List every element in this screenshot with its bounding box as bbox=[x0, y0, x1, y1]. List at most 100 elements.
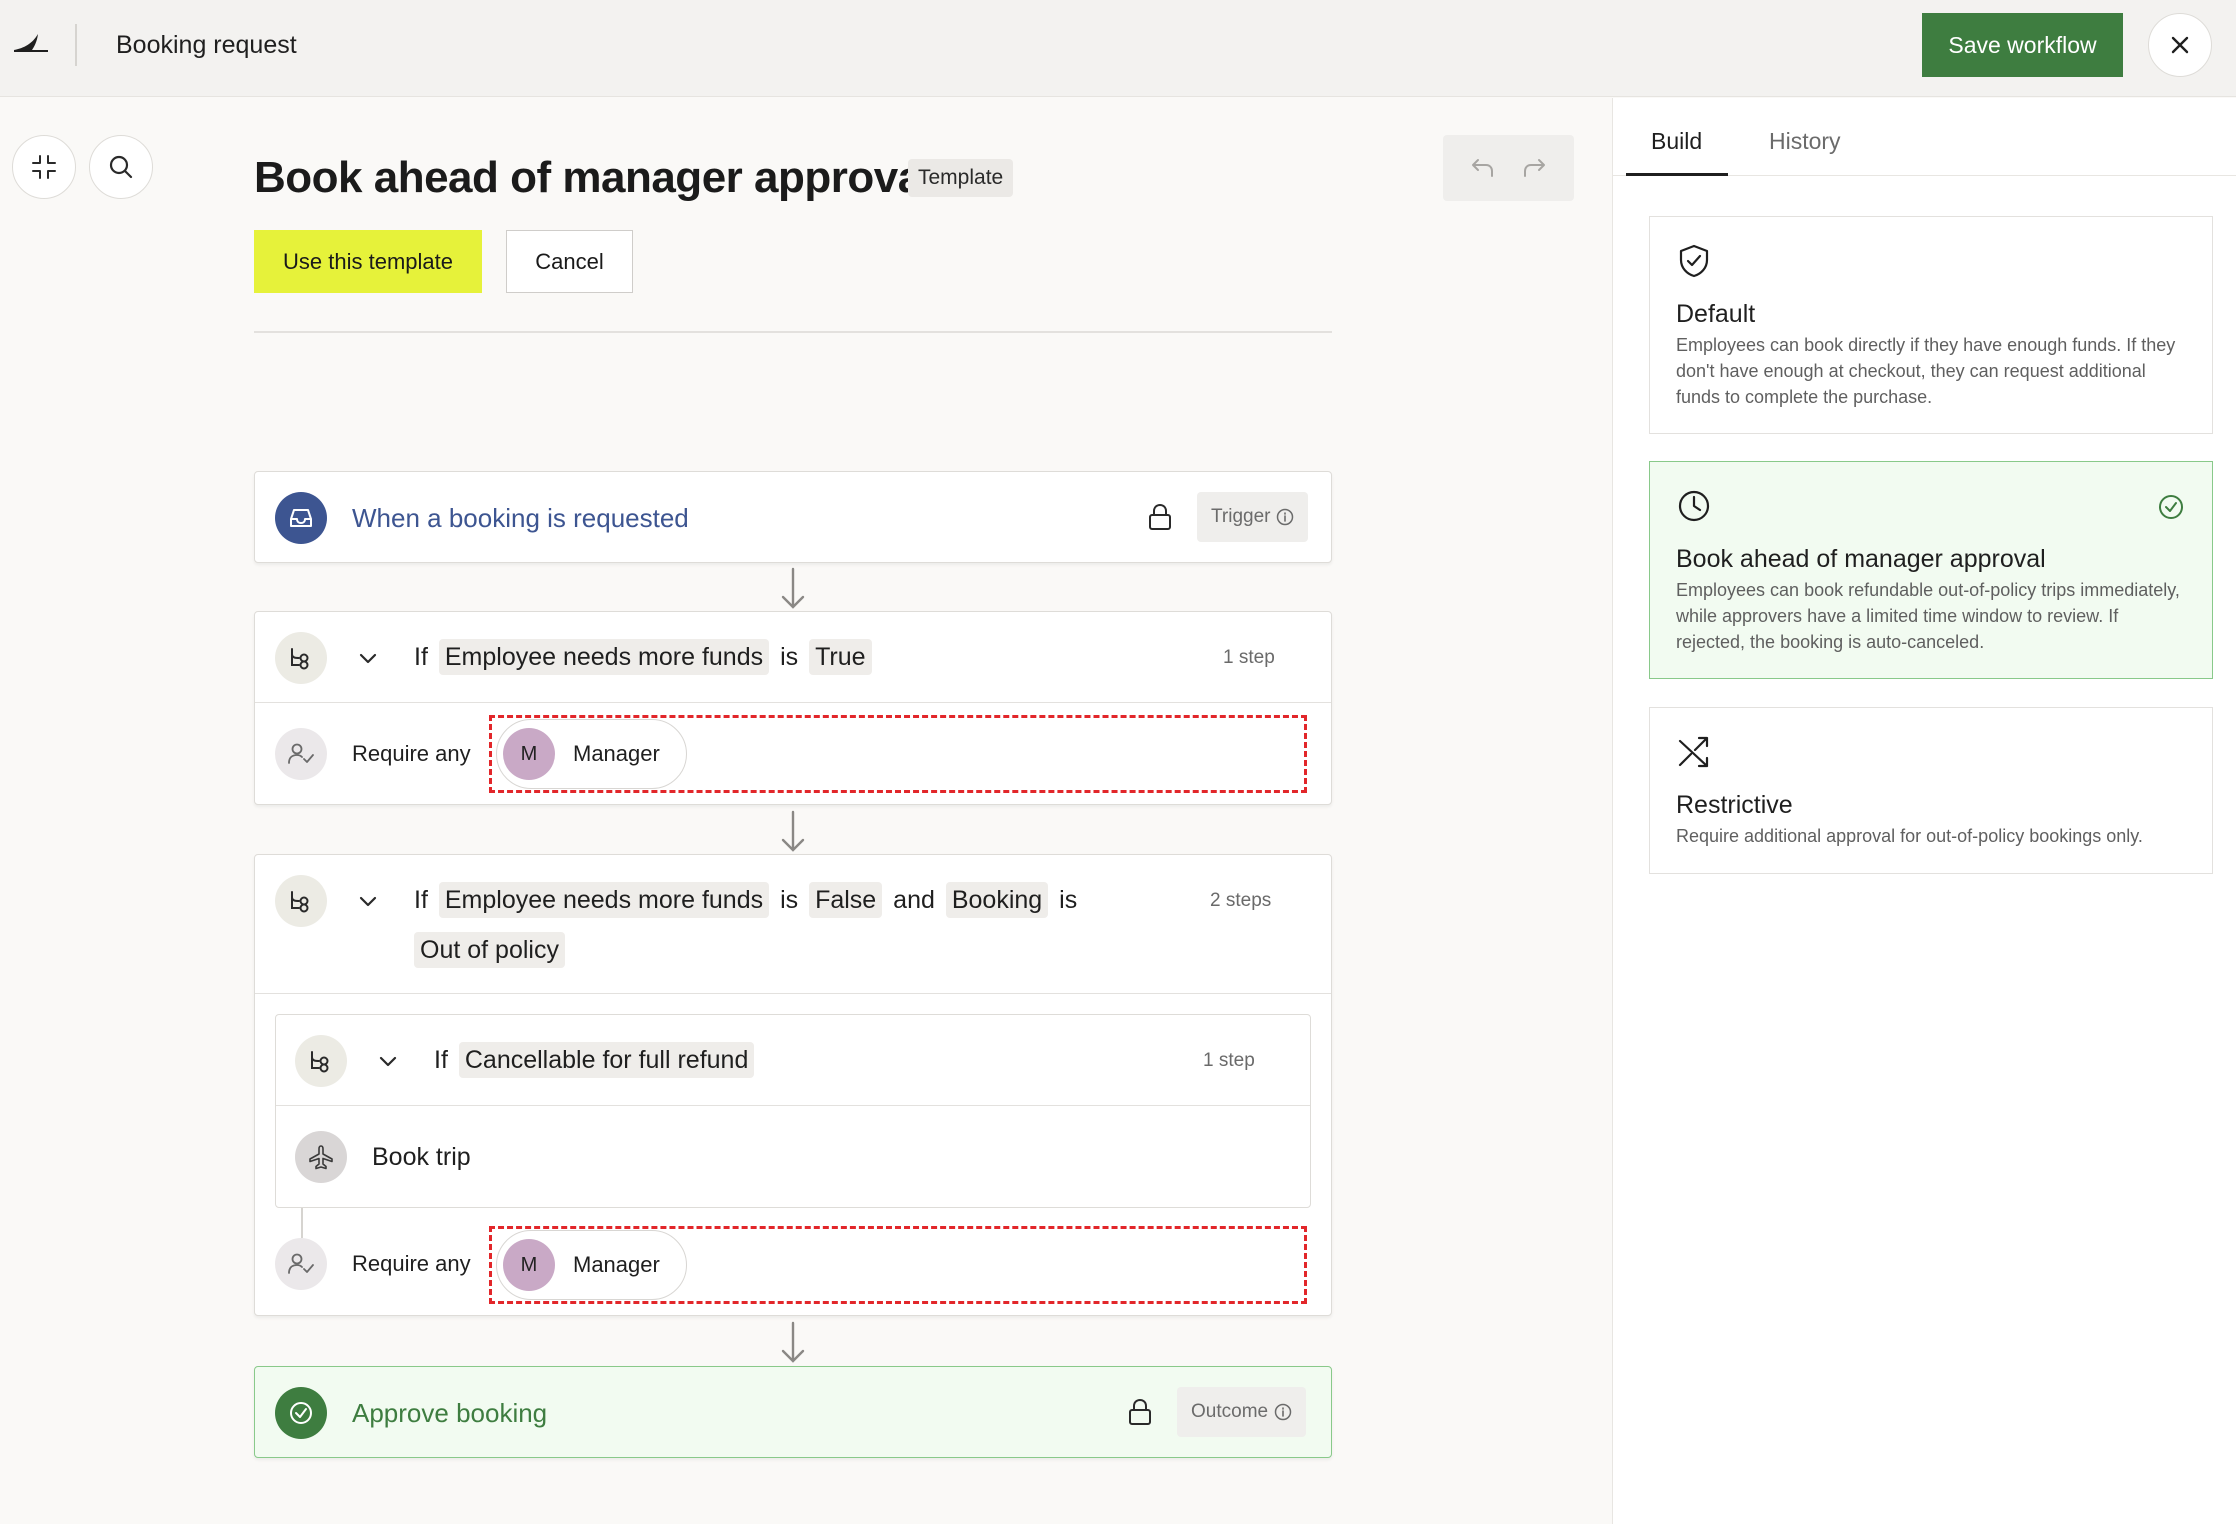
search-button[interactable] bbox=[89, 135, 153, 199]
is-keyword: is bbox=[780, 886, 799, 914]
close-icon bbox=[2171, 36, 2189, 54]
nested-branch-card: If Cancellable for full refund 1 step Bo… bbox=[275, 1014, 1311, 1208]
page-title: Book ahead of manager approval bbox=[254, 153, 934, 202]
steps-count: 2 steps bbox=[1210, 890, 1272, 911]
top-bar: Booking request Save workflow bbox=[0, 0, 2236, 97]
selected-check-icon bbox=[2159, 495, 2183, 519]
lock-icon bbox=[1129, 1398, 1151, 1425]
avatar: M bbox=[503, 728, 555, 780]
option-restrictive[interactable]: Restrictive Require additional approval … bbox=[1649, 707, 2213, 874]
info-icon bbox=[1274, 1403, 1292, 1421]
branch-condition: If Employee needs more funds is False an… bbox=[414, 882, 1077, 918]
branch-card-2: If Employee needs more funds is False an… bbox=[254, 854, 1332, 1316]
option-description: Employees can book refundable out-of-pol… bbox=[1676, 580, 2180, 652]
condition-value-chip[interactable]: True bbox=[809, 639, 872, 675]
nested-condition: If Cancellable for full refund bbox=[434, 1042, 758, 1078]
branch-card-1: If Employee needs more funds is True 1 s… bbox=[254, 611, 1332, 805]
tab-build[interactable]: Build bbox=[1651, 123, 1702, 159]
condition-field-chip[interactable]: Employee needs more funds bbox=[438, 639, 770, 675]
option-title: Book ahead of manager approval bbox=[1676, 545, 2046, 573]
user-check-icon bbox=[288, 1253, 314, 1274]
collapse-branch-toggle[interactable] bbox=[354, 644, 382, 672]
shuffle-icon bbox=[1678, 736, 1709, 768]
require-any-label: Require any bbox=[352, 741, 471, 766]
approver-chip[interactable]: M Manager bbox=[496, 719, 687, 789]
approver-icon-wrap bbox=[275, 1238, 327, 1290]
if-keyword: If bbox=[414, 643, 428, 671]
steps-count: 1 step bbox=[1203, 1050, 1255, 1071]
branch-icon-wrap bbox=[295, 1035, 347, 1087]
row-divider bbox=[276, 1105, 1310, 1106]
option-title: Restrictive bbox=[1676, 791, 1793, 819]
collapse-icon bbox=[32, 155, 56, 179]
use-template-button[interactable]: Use this template bbox=[254, 230, 482, 293]
branch-icon bbox=[311, 1051, 329, 1073]
lock-icon bbox=[1149, 503, 1171, 530]
cancel-button[interactable]: Cancel bbox=[506, 230, 633, 293]
chevron-down-icon bbox=[379, 1056, 397, 1067]
chevron-down-icon bbox=[359, 653, 377, 664]
trigger-tag[interactable]: Trigger bbox=[1197, 492, 1309, 542]
option-title: Default bbox=[1676, 300, 1756, 328]
info-icon bbox=[1277, 508, 1294, 526]
option-description: Require additional approval for out-of-p… bbox=[1676, 826, 2143, 846]
chevron-down-icon bbox=[359, 896, 377, 907]
option-description: Employees can book directly if they have… bbox=[1676, 335, 2176, 407]
branch-icon-wrap bbox=[275, 632, 327, 684]
trigger-card[interactable]: When a booking is requested Trigger bbox=[254, 471, 1332, 563]
option-book-ahead[interactable]: Book ahead of manager approval Employees… bbox=[1649, 461, 2213, 679]
outcome-icon-wrap bbox=[275, 1387, 327, 1439]
airplane-icon bbox=[309, 1145, 333, 1170]
save-workflow-button[interactable]: Save workflow bbox=[1922, 13, 2123, 77]
collapse-branch-toggle[interactable] bbox=[374, 1047, 402, 1075]
title-divider bbox=[254, 331, 1332, 333]
condition-value-chip[interactable]: Out of policy bbox=[414, 932, 565, 968]
logo-icon bbox=[14, 34, 48, 52]
condition-field-chip[interactable]: Employee needs more funds bbox=[438, 882, 770, 918]
collapse-button[interactable] bbox=[12, 135, 76, 199]
outcome-label: Approve booking bbox=[352, 1398, 548, 1428]
undo-icon[interactable] bbox=[1470, 157, 1496, 179]
outcome-tag[interactable]: Outcome bbox=[1177, 1387, 1307, 1437]
collapse-branch-toggle[interactable] bbox=[354, 887, 382, 915]
outcome-tag-label: Outcome bbox=[1191, 1401, 1269, 1422]
check-circle-icon bbox=[290, 1402, 312, 1424]
outcome-card[interactable]: Approve booking Outcome bbox=[254, 1366, 1332, 1458]
require-any-label: Require any bbox=[352, 1251, 471, 1276]
flow-arrow bbox=[781, 1321, 805, 1363]
condition-field-chip[interactable]: Cancellable for full refund bbox=[458, 1042, 755, 1078]
close-button[interactable] bbox=[2148, 13, 2212, 77]
trigger-label: When a booking is requested bbox=[352, 503, 689, 533]
branch-condition: If Employee needs more funds is True bbox=[414, 639, 876, 675]
and-keyword: and bbox=[893, 886, 935, 914]
if-keyword: If bbox=[434, 1046, 448, 1074]
is-keyword: is bbox=[1059, 886, 1078, 914]
template-badge: Template bbox=[908, 159, 1014, 197]
condition-value-chip[interactable]: False bbox=[809, 882, 883, 918]
branch-icon bbox=[291, 648, 309, 670]
branch-condition-continued: Out of policy bbox=[414, 932, 569, 968]
approver-name: Manager bbox=[573, 741, 660, 766]
action-label[interactable]: Book trip bbox=[372, 1139, 471, 1175]
inbox-icon bbox=[290, 509, 312, 527]
app-title: Booking request bbox=[116, 31, 297, 59]
connector-line bbox=[301, 1208, 303, 1238]
action-icon-wrap bbox=[295, 1131, 347, 1183]
approver-chip[interactable]: M Manager bbox=[496, 1230, 687, 1300]
user-check-icon bbox=[288, 743, 314, 764]
flow-arrow bbox=[781, 567, 805, 609]
clock-icon bbox=[1678, 490, 1710, 522]
steps-count: 1 step bbox=[1223, 647, 1275, 668]
redo-icon[interactable] bbox=[1521, 157, 1547, 179]
tab-history[interactable]: History bbox=[1769, 123, 1841, 159]
row-divider bbox=[255, 702, 1331, 703]
if-keyword: If bbox=[414, 886, 428, 914]
option-default[interactable]: Default Employees can book directly if t… bbox=[1649, 216, 2213, 434]
avatar: M bbox=[503, 1239, 555, 1291]
branch-icon-wrap bbox=[275, 875, 327, 927]
approver-name: Manager bbox=[573, 1252, 660, 1277]
branch-icon bbox=[291, 891, 309, 913]
approver-icon-wrap bbox=[275, 728, 327, 780]
condition-field-chip[interactable]: Booking bbox=[945, 882, 1049, 918]
is-keyword: is bbox=[780, 643, 799, 671]
